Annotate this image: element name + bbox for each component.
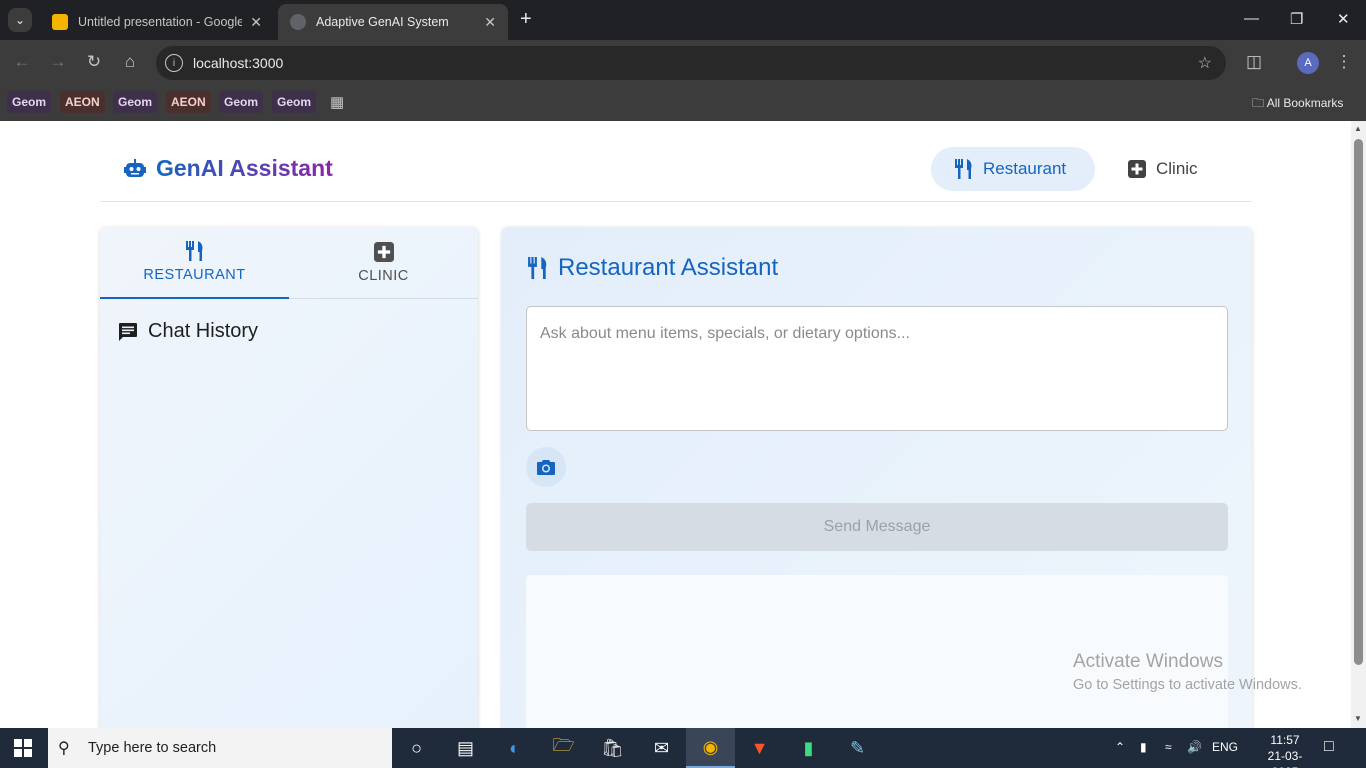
app-header: GenAI Assistant Restaurant Clinic [100, 121, 1252, 202]
windows-start-icon[interactable] [14, 739, 32, 757]
nav-clinic-label: Clinic [1156, 159, 1198, 178]
profile-avatar[interactable]: A [1297, 52, 1319, 74]
forward-icon[interactable]: → [46, 52, 70, 72]
message-input[interactable] [526, 306, 1228, 431]
all-bookmarks-button[interactable]: 🗀 All Bookmarks [1252, 94, 1343, 115]
extensions-icon[interactable]: ◫ [1242, 52, 1266, 72]
utensils-icon [955, 159, 972, 179]
minimize-icon[interactable]: — [1244, 10, 1259, 27]
apps-grid-icon[interactable]: ▦ [330, 93, 344, 111]
tab-title: Adaptive GenAI System [316, 15, 449, 29]
camera-upload-button[interactable] [526, 447, 566, 487]
watermark-line1: Activate Windows [1073, 651, 1223, 672]
store-icon[interactable]: 🛍 [588, 728, 637, 768]
menu-kebab-icon[interactable]: ⋮ [1332, 52, 1356, 72]
reload-icon[interactable]: ↻ [82, 52, 106, 72]
nav-restaurant-button[interactable]: Restaurant [931, 147, 1095, 191]
assistant-title: Restaurant Assistant [528, 254, 778, 282]
scrollbar-thumb[interactable] [1354, 139, 1363, 665]
brand: GenAI Assistant [124, 155, 333, 182]
all-bookmarks-label: All Bookmarks [1266, 96, 1344, 110]
windows-activation-watermark: Activate Windows Go to Settings to activ… [1073, 651, 1302, 693]
clock-time: 11:57 [1270, 733, 1300, 747]
robot-icon [124, 158, 146, 177]
mode-tabs: RESTAURANT CLINIC [100, 227, 478, 299]
utensils-icon [528, 257, 547, 279]
window-close-icon[interactable]: ✕ [1337, 10, 1350, 28]
medical-cross-icon [373, 242, 394, 262]
brave-icon[interactable]: ▼ [735, 728, 784, 768]
scroll-down-icon[interactable]: ▼ [1354, 714, 1362, 723]
language-indicator[interactable]: ENG [1212, 740, 1238, 754]
browser-tab-strip: ⌄ Untitled presentation - Google Slides … [0, 0, 1366, 40]
site-info-icon[interactable]: i [165, 54, 183, 72]
url-text: localhost:3000 [193, 55, 284, 71]
task-view-icon[interactable]: ▤ [441, 728, 490, 768]
bookmark-item[interactable]: AEON [166, 91, 211, 113]
watermark-line2: Go to Settings to activate Windows. [1073, 677, 1302, 693]
medical-cross-icon [1128, 160, 1146, 178]
search-icon: ⚲ [58, 740, 70, 757]
camera-icon [537, 460, 555, 475]
chat-history-title: Chat History [148, 320, 259, 342]
new-tab-button[interactable]: + [520, 8, 532, 31]
notification-icon[interactable]: □ [1324, 738, 1334, 756]
tray-chevron-icon[interactable]: ⌃ [1115, 740, 1125, 754]
windows-taskbar: ⚲ Type here to search ○ ▤ ◐ 🗁 🛍 ✉ ◉ ▼ ▮ … [0, 728, 1366, 768]
bookmark-item[interactable]: AEON [60, 91, 105, 113]
terminal-app-icon[interactable]: ▮ [784, 728, 833, 768]
bookmark-item[interactable]: Geom [7, 91, 52, 113]
nav-clinic-button[interactable]: Clinic [1104, 147, 1232, 191]
bookmark-star-icon[interactable]: ☆ [1198, 53, 1212, 73]
brand-title: GenAI Assistant [156, 155, 333, 181]
cortana-icon[interactable]: ○ [392, 728, 441, 768]
globe-icon [290, 14, 306, 30]
address-bar[interactable]: i localhost:3000 ☆ [156, 46, 1226, 80]
browser-toolbar: ← → ↻ ⌂ i localhost:3000 ☆ ◫ A ⋮ [0, 40, 1366, 86]
restore-icon[interactable]: ❐ [1290, 10, 1303, 28]
google-slides-icon [52, 14, 68, 30]
taskbar-search[interactable]: ⚲ Type here to search [48, 728, 392, 768]
bookmark-item[interactable]: Geom [272, 91, 317, 113]
chat-icon [119, 322, 137, 341]
browser-tab-slides[interactable]: Untitled presentation - Google Slides ✕ [40, 4, 274, 40]
file-explorer-icon[interactable]: 🗁 [539, 728, 588, 768]
wifi-icon[interactable]: ≈ [1165, 740, 1172, 754]
page-viewport: GenAI Assistant Restaurant Clinic RESTAU… [0, 121, 1366, 728]
tab-clinic[interactable]: CLINIC [289, 227, 478, 299]
chat-history-heading: Chat History [118, 320, 258, 343]
tab-search-button[interactable]: ⌄ [8, 8, 32, 32]
tab-clinic-label: CLINIC [358, 268, 409, 284]
browser-tab-genai[interactable]: Adaptive GenAI System ✕ [278, 4, 508, 40]
edge-icon[interactable]: ◐ [490, 728, 539, 768]
bookmarks-bar: Geom AEON Geom AEON Geom Geom ▦ 🗀 All Bo… [0, 86, 1366, 121]
tab-restaurant-label: RESTAURANT [143, 267, 246, 283]
notepad-icon[interactable]: ✎ [833, 728, 882, 768]
bookmark-item[interactable]: Geom [219, 91, 264, 113]
taskbar-clock[interactable]: 11:57 21-03-2025 [1255, 732, 1315, 768]
taskbar-search-placeholder: Type here to search [88, 740, 217, 756]
page-scrollbar[interactable]: ▲ ▼ [1351, 121, 1366, 728]
tab-restaurant[interactable]: RESTAURANT [100, 227, 289, 299]
mail-icon[interactable]: ✉ [637, 728, 686, 768]
battery-icon[interactable]: ▮ [1140, 740, 1147, 754]
close-icon[interactable]: ✕ [484, 14, 496, 31]
send-message-button[interactable]: Send Message [526, 503, 1228, 551]
close-icon[interactable]: ✕ [250, 14, 262, 31]
chevron-down-icon: ⌄ [14, 13, 26, 27]
home-icon[interactable]: ⌂ [118, 52, 142, 72]
back-icon[interactable]: ← [10, 52, 34, 72]
scroll-up-icon[interactable]: ▲ [1354, 124, 1362, 133]
assistant-title-text: Restaurant Assistant [558, 254, 779, 281]
chrome-icon[interactable]: ◉ [686, 728, 735, 768]
bookmark-item[interactable]: Geom [113, 91, 158, 113]
tab-title: Untitled presentation - Google Slides [78, 15, 243, 29]
sidebar-panel: RESTAURANT CLINIC Chat History [100, 227, 478, 728]
clock-date: 21-03-2025 [1267, 749, 1303, 768]
utensils-icon [185, 241, 202, 261]
nav-restaurant-label: Restaurant [983, 159, 1067, 178]
volume-icon[interactable]: 🔊 [1187, 740, 1202, 754]
folder-icon: 🗀 [1252, 96, 1265, 110]
